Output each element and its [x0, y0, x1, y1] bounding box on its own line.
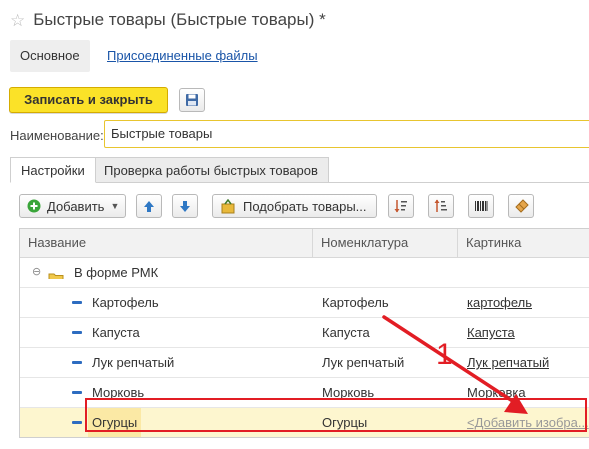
save-and-close-button[interactable]: Записать и закрыть	[9, 87, 168, 113]
row-picture-link[interactable]: картофель	[467, 288, 532, 317]
dropdown-arrow-icon: ▼	[110, 201, 120, 211]
row-name: Лук репчатый	[92, 355, 175, 370]
sort-ascending-icon	[394, 200, 407, 213]
window-title: Быстрые товары (Быстрые товары) *	[33, 10, 326, 29]
item-marker-icon	[72, 301, 82, 304]
tab-check-quick-items[interactable]: Проверка работы быстрых товаров	[93, 157, 329, 183]
row-item: Капуста	[322, 325, 370, 340]
sort-descending-icon	[434, 199, 447, 212]
favorite-star-icon[interactable]: ☆	[10, 12, 25, 29]
row-picture-link[interactable]: Лук репчатый	[467, 348, 549, 377]
tab-divider	[10, 182, 589, 183]
collapse-toggle-icon[interactable]: ⊖	[32, 258, 41, 287]
barcode-button[interactable]	[468, 194, 494, 218]
window-title-bar: ☆ Быстрые товары (Быстрые товары) *	[10, 8, 326, 32]
folder-icon	[48, 266, 64, 279]
add-button[interactable]: Добавить ▼	[19, 194, 126, 218]
table-row[interactable]: Лук репчатый Лук репчатый Лук репчатый	[20, 348, 589, 378]
eraser-icon	[514, 199, 529, 213]
plus-circle-icon	[27, 199, 41, 213]
save-button[interactable]	[179, 88, 205, 112]
highlight-frame	[85, 398, 587, 432]
item-marker-icon	[72, 331, 82, 334]
name-input[interactable]: Быстрые товары	[104, 120, 589, 148]
row-name: Картофель	[92, 295, 159, 310]
section-attachments-link[interactable]: Присоединенные файлы	[97, 40, 268, 72]
item-marker-icon	[72, 361, 82, 364]
barcode-icon	[475, 201, 488, 211]
add-button-label: Добавить	[47, 198, 105, 214]
table-header: Название Номенклатура Картинка	[20, 229, 589, 258]
arrow-down-icon	[180, 200, 190, 212]
clear-button[interactable]	[508, 194, 534, 218]
sort-desc-button[interactable]	[428, 194, 454, 218]
annotation-number: 1	[436, 338, 453, 371]
section-main[interactable]: Основное	[10, 40, 90, 72]
pick-items-label: Подобрать товары...	[243, 198, 367, 214]
floppy-disk-icon	[186, 94, 198, 106]
sort-asc-button[interactable]	[388, 194, 414, 218]
item-marker-icon	[72, 421, 82, 424]
item-marker-icon	[72, 391, 82, 394]
row-name: Капуста	[92, 325, 140, 340]
name-label: Наименование:	[10, 128, 104, 143]
row-item: Лук репчатый	[322, 355, 405, 370]
row-picture-link[interactable]: Капуста	[467, 318, 515, 347]
group-label: В форме РМК	[74, 265, 159, 280]
table-row[interactable]: Капуста Капуста Капуста	[20, 318, 589, 348]
pick-items-icon	[221, 198, 235, 213]
move-down-button[interactable]	[172, 194, 198, 218]
move-up-button[interactable]	[136, 194, 162, 218]
arrow-up-icon	[144, 200, 154, 212]
table-row[interactable]: Картофель Картофель картофель	[20, 288, 589, 318]
table-group-row[interactable]: ⊖ В форме РМК	[20, 258, 589, 288]
column-header-name[interactable]: Название	[20, 229, 312, 257]
row-item: Картофель	[322, 295, 389, 310]
tab-settings[interactable]: Настройки	[10, 157, 96, 183]
column-header-picture[interactable]: Картинка	[458, 229, 589, 257]
pick-items-button[interactable]: Подобрать товары...	[212, 194, 377, 218]
column-header-item[interactable]: Номенклатура	[313, 229, 457, 257]
